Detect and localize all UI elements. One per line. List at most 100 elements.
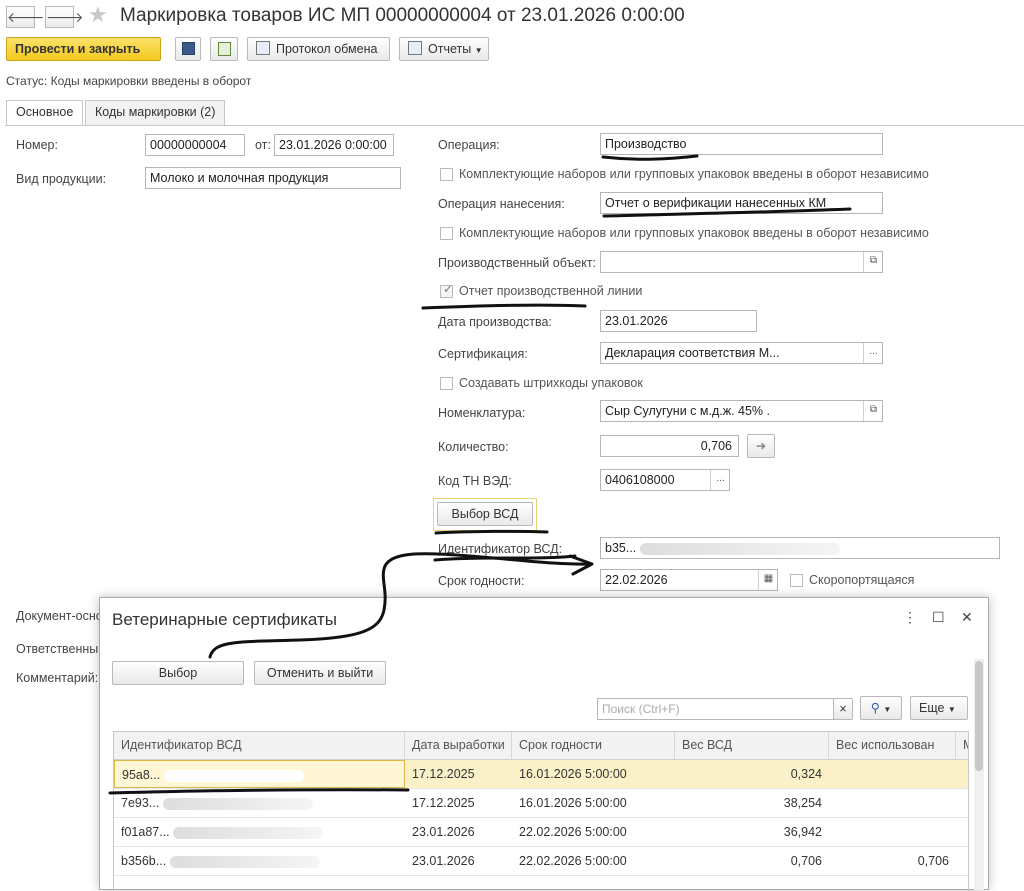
vsd-id-cell: 7e93... [114,789,405,817]
column-header[interactable]: Срок годности [512,732,675,760]
scrollbar-thumb[interactable] [975,661,983,771]
vsd-id-field[interactable]: b35... [600,537,1000,559]
certification-label: Сертификация: [438,347,528,361]
tab-divider [5,125,1024,126]
more-vertical-icon[interactable]: ⋮ [903,609,917,626]
dialog-title: Ветеринарные сертификаты [112,610,338,629]
perishable-label: Скоропортящаяся [809,573,915,587]
status-text: Статус: Коды маркировки введены в оборот [6,74,252,88]
expiry-field[interactable]: 22.02.2026 ▦ [600,569,778,591]
table-row[interactable]: b356b... 23.01.2026 22.02.2026 5:00:00 0… [114,847,968,876]
expiry-cell: 16.01.2026 5:00:00 [519,796,627,810]
open-icon[interactable]: ⧉ [863,401,882,421]
production-date-field[interactable]: 23.01.2026 [600,310,757,332]
cancel-and-exit-button[interactable]: Отменить и выйти [254,661,386,685]
post-and-close-button[interactable]: Провести и закрыть [6,37,161,61]
floppy-disk-icon [181,42,195,55]
weight-cell: 0,324 [790,767,822,781]
create-barcodes-label: Создавать штрихкоды упаковок [459,376,643,390]
tnved-field[interactable]: 0406108000... [600,469,730,491]
column-header[interactable]: Вес использован [829,732,956,760]
made-date-cell: 23.01.2026 [412,854,475,868]
quantity-field[interactable]: 0,706 [600,435,739,457]
certification-field[interactable]: Декларация соответствия М...... [600,342,883,364]
kit-independent-label: Комплектующие наборов или групповых упак… [459,167,929,181]
exchange-log-label: Протокол обмена [276,42,378,56]
table-scrollbar[interactable] [974,659,984,890]
weight-cell: 0,706 [790,854,822,868]
apply-operation-field[interactable]: Отчет о верификации нанесенных КМ [600,192,883,214]
certification-value: Декларация соответствия М... [605,346,780,360]
more-label: Еще [919,701,945,715]
apply-operation-label: Операция нанесения: [438,197,565,211]
vsd-table: Идентификатор ВСД Дата выработки Срок го… [113,731,969,891]
line-report-checkbox[interactable]: ✓ [440,282,454,298]
weight-cell: 36,942 [783,825,822,839]
quantity-label: Количество: [438,440,509,454]
select-vsd-button[interactable]: Выбор ВСД [437,502,533,526]
forward-button[interactable]: 🡒 [45,6,84,28]
arrow-left-icon: 🡐 [7,9,45,25]
document-basis-label: Документ-осно [16,609,103,623]
column-header[interactable]: М [956,732,968,760]
search-input[interactable]: Поиск (Ctrl+F) [597,698,834,720]
production-date-label: Дата производства: [438,315,552,329]
nomenclature-field[interactable]: Сыр Сулугуни с м.д.ж. 45% . ⧉ [600,400,883,422]
table-header: Идентификатор ВСД Дата выработки Срок го… [114,732,968,760]
checkmark-icon: ✓ [443,282,454,296]
table-row[interactable]: 7e93... 17.12.2025 16.01.2026 5:00:00 38… [114,789,968,818]
reports-button[interactable]: Отчеты ▼ [399,37,489,61]
favorite-star-icon[interactable]: ★ [88,4,108,26]
table-row[interactable]: f01a87... 23.01.2026 22.02.2026 5:00:00 … [114,818,968,847]
post-document-icon [217,42,231,56]
exchange-log-button[interactable]: Протокол обмена [247,37,390,61]
recalc-button[interactable]: ➜ [747,434,775,458]
chevron-down-icon: ▼ [947,705,956,714]
save-button[interactable] [175,37,201,61]
select-button[interactable]: Выбор [112,661,244,685]
operation-field[interactable]: Производство [600,133,883,155]
made-date-cell: 17.12.2025 [412,767,475,781]
kit-independent-label-2: Комплектующие наборов или групповых упак… [459,226,929,240]
expiry-value: 22.02.2026 [605,573,668,587]
create-barcodes-checkbox[interactable] [440,377,453,390]
weight-cell: 38,254 [783,796,822,810]
vsd-id-cell: f01a87... [114,818,405,846]
column-header[interactable]: Идентификатор ВСД [114,732,405,760]
date-field[interactable]: 23.01.2026 0:00:00 [274,134,394,156]
number-field[interactable]: 00000000004 [145,134,245,156]
product-kind-label: Вид продукции: [16,172,107,186]
arrow-right-icon: 🡒 [46,9,84,25]
used-weight-cell: 0,706 [917,854,949,868]
kit-independent-checkbox[interactable] [440,168,453,181]
column-header[interactable]: Дата выработки [405,732,512,760]
exchange-log-icon [256,41,270,55]
vsd-id-label: Идентификатор ВСД: [438,542,563,556]
expiry-label: Срок годности: [438,574,525,588]
expiry-cell: 22.02.2026 5:00:00 [519,825,627,839]
production-object-label: Производственный объект: [438,256,597,270]
maximize-icon[interactable]: ☐ [932,609,945,626]
reports-icon [408,41,422,55]
tab-marking-codes[interactable]: Коды маркировки (2) [85,100,226,125]
product-kind-field[interactable]: Молоко и молочная продукция [145,167,401,189]
search-button[interactable]: ⚲ ▼ [860,696,902,720]
nomenclature-value: Сыр Сулугуни с м.д.ж. 45% . [605,404,770,418]
vsd-id-cell: b356b... [114,847,405,875]
more-button[interactable]: Еще ▼ [910,696,968,720]
open-icon[interactable]: ⧉ [863,252,882,272]
tab-main[interactable]: Основное [6,100,84,126]
select-ellipsis-icon[interactable]: ... [863,343,882,363]
column-header[interactable]: Вес ВСД [675,732,829,760]
calendar-icon[interactable]: ▦ [758,570,777,590]
production-object-field[interactable]: ⧉ [600,251,883,273]
kit-independent-checkbox-2[interactable] [440,227,453,240]
perishable-checkbox[interactable] [790,574,803,587]
table-row[interactable]: 95a8... 17.12.2025 16.01.2026 5:00:00 0,… [114,760,968,789]
search-icon: ⚲ [870,701,880,715]
post-button[interactable] [210,37,238,61]
select-ellipsis-icon[interactable]: ... [710,470,729,490]
clear-search-button[interactable]: × [833,698,853,720]
back-button[interactable]: 🡐 [6,6,45,28]
close-icon[interactable]: ✕ [961,609,973,626]
